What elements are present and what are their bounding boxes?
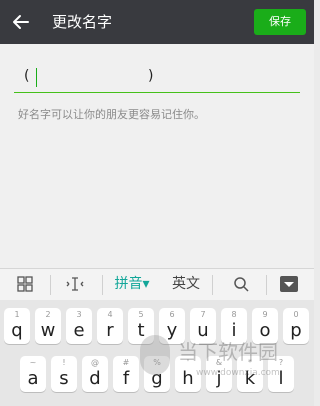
name-text-close: ) (148, 68, 154, 84)
key-s[interactable]: ! s (51, 356, 77, 392)
key-hint-symbol: 4 (107, 310, 113, 319)
key-hint-symbol: 9 (262, 310, 268, 319)
watermark-logo-icon (140, 335, 170, 375)
pinyin-mode-button[interactable]: 拼音▾ (110, 269, 154, 300)
hide-keyboard-icon[interactable] (280, 276, 298, 292)
key-letter: e (73, 320, 85, 341)
watermark-text: 当下软件园 (178, 340, 278, 364)
key-hint-symbol: @ (91, 358, 99, 367)
key-letter: r (106, 320, 114, 341)
key-d[interactable]: @ d (82, 356, 108, 392)
key-hint-symbol: 3 (76, 310, 82, 319)
key-hint-symbol: 8 (231, 310, 237, 319)
key-letter: w (40, 320, 56, 341)
key-letter: q (11, 320, 23, 341)
save-button[interactable]: 保存 (254, 9, 306, 35)
key-hint-symbol: ~ (29, 358, 37, 367)
toolbar-divider (266, 275, 267, 295)
key-hint-symbol: 2 (45, 310, 51, 319)
key-letter: d (89, 368, 101, 389)
watermark-url: www.downxia.com (196, 368, 280, 378)
key-f[interactable]: # f (113, 356, 139, 392)
content-area: ( ) 好名字可以让你的朋友更容易记住你。 (0, 44, 314, 268)
cursor-icon[interactable] (64, 269, 86, 300)
key-hint-symbol: ! (62, 358, 66, 367)
grid-icon[interactable] (14, 269, 36, 300)
name-text-open: ( (24, 68, 30, 84)
key-letter: s (59, 368, 69, 389)
toolbar-divider (102, 275, 103, 295)
name-input[interactable]: ( ) (14, 64, 300, 93)
toolbar-divider (50, 275, 51, 295)
watermark: 当下软件园 www.downxia.com (140, 330, 300, 390)
top-bar: 更改名字 保存 (0, 0, 314, 44)
english-mode-button[interactable]: 英文 (168, 269, 204, 300)
key-hint-symbol: # (122, 358, 130, 367)
key-w[interactable]: 2w (35, 308, 61, 344)
key-r[interactable]: 4r (97, 308, 123, 344)
name-hint: 好名字可以让你的朋友更容易记住你。 (18, 108, 205, 121)
page-title: 更改名字 (52, 13, 113, 31)
back-arrow-icon[interactable] (10, 11, 32, 33)
key-hint-symbol: 6 (169, 310, 175, 319)
keyboard-toolbar: 拼音▾ 英文 (0, 268, 314, 301)
key-hint-symbol: 0 (293, 310, 299, 319)
toolbar-divider (212, 275, 213, 295)
key-e[interactable]: 3e (66, 308, 92, 344)
text-caret (36, 68, 37, 87)
key-q[interactable]: 1q (4, 308, 30, 344)
key-letter: a (27, 368, 39, 389)
key-hint-symbol: 5 (138, 310, 144, 319)
key-letter: f (122, 368, 130, 389)
key-a[interactable]: ~ a (20, 356, 46, 392)
search-icon[interactable] (230, 269, 252, 300)
key-hint-symbol: 7 (200, 310, 206, 319)
key-hint-symbol: 1 (14, 310, 20, 319)
